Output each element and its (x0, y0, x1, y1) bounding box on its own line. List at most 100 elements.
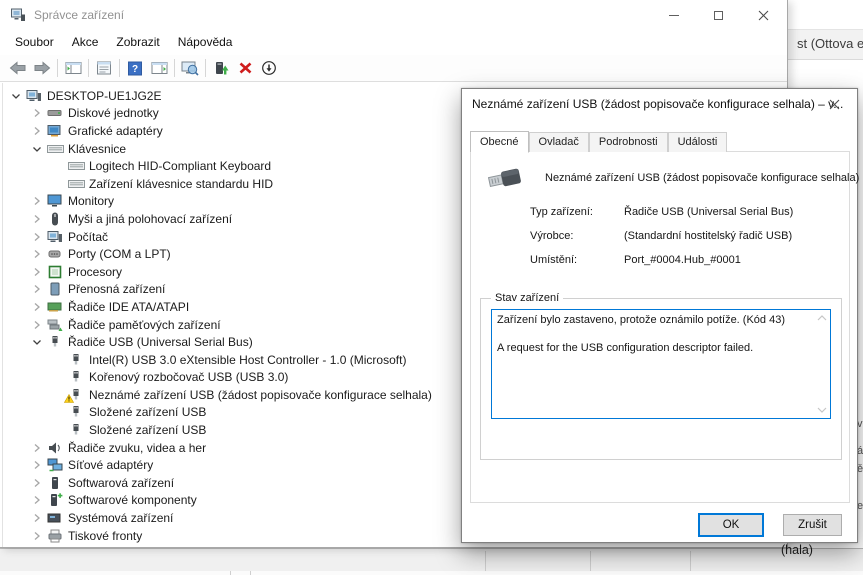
chevron-right-icon[interactable] (28, 300, 46, 314)
dialog-tabs: ObecnéOvladačPodrobnostiUdálosti (470, 130, 727, 152)
toolbar-separator (205, 59, 206, 77)
title-bar: Správce zařízení (0, 0, 787, 30)
tree-item-label: Softwarové komponenty (68, 493, 197, 507)
chevron-right-icon[interactable] (28, 441, 46, 455)
chevron-right-icon[interactable] (28, 212, 46, 226)
menu-item-akce[interactable]: Akce (63, 30, 108, 55)
close-icon (829, 99, 840, 110)
action-pane-icon[interactable] (147, 57, 171, 80)
show-properties-icon[interactable] (92, 57, 116, 80)
tree-item-label: Neznámé zařízení USB (žádost popisovače … (89, 388, 432, 402)
chevron-right-icon[interactable] (28, 247, 46, 261)
ok-button[interactable]: OK (698, 513, 764, 537)
dialog-title: Neznámé zařízení USB (žádost popisovače … (472, 89, 843, 119)
property-row: Umístění:Port_#0004.Hub_#0001 (530, 254, 741, 266)
tree-item-label: Porty (COM a LPT) (68, 247, 171, 261)
menu-bar: SouborAkceZobrazitNápověda (0, 30, 787, 55)
chevron-right-icon[interactable] (28, 476, 46, 490)
menu-item-napoveda[interactable]: Nápověda (169, 30, 242, 55)
chevron-right-icon[interactable] (28, 230, 46, 244)
disable-device-icon[interactable] (257, 57, 281, 80)
keyboard-icon (46, 142, 64, 156)
disk-drive-icon (46, 106, 64, 120)
property-row: Výrobce:(Standardní hostitelský řadič US… (530, 230, 792, 242)
table-column-divider (690, 551, 691, 571)
chevron-down-icon[interactable] (28, 335, 46, 349)
update-driver-icon[interactable] (209, 57, 233, 80)
table-column-divider (250, 571, 251, 575)
device-status-textbox[interactable]: Zařízení bylo zastaveno, protože oznámil… (491, 309, 831, 419)
close-button[interactable] (741, 0, 786, 30)
chevron-right-icon[interactable] (28, 194, 46, 208)
tree-item-label: Zařízení klávesnice standardu HID (89, 177, 273, 191)
chevron-down-icon[interactable] (28, 142, 46, 156)
tab-udalosti[interactable]: Události (668, 132, 728, 152)
minimize-button[interactable] (651, 0, 696, 30)
tree-item-label: Procesory (68, 265, 122, 279)
chevron-right-icon[interactable] (28, 458, 46, 472)
usb-icon (67, 405, 85, 419)
tree-item-label: Logitech HID-Compliant Keyboard (89, 159, 271, 173)
forward-icon[interactable] (30, 57, 54, 80)
chevron-right-icon[interactable] (28, 106, 46, 120)
computer-icon (25, 89, 43, 103)
usb-icon (67, 423, 85, 437)
processor-icon (46, 265, 64, 279)
tab-podrobnosti[interactable]: Podrobnosti (589, 132, 668, 152)
computer-icon (46, 230, 64, 244)
chevron-right-icon[interactable] (28, 493, 46, 507)
tree-item-label: Monitory (68, 194, 114, 208)
svg-text:?: ? (132, 64, 138, 75)
maximize-button[interactable] (696, 0, 741, 30)
tree-item-label: Řadiče zvuku, videa a her (68, 441, 206, 455)
tree-item-label: Myši a jiná polohovací zařízení (68, 212, 232, 226)
mouse-icon (46, 212, 64, 226)
dialog-title-bar: Neznámé zařízení USB (žádost popisovače … (462, 89, 857, 119)
groupbox-label: Stav zařízení (491, 292, 563, 304)
chevron-down-icon[interactable] (7, 89, 25, 103)
chevron-right-icon[interactable] (28, 318, 46, 332)
menu-item-soubor[interactable]: Soubor (6, 30, 63, 55)
chevron-right-icon[interactable] (28, 511, 46, 525)
portable-device-icon (46, 282, 64, 296)
chevron-right-icon[interactable] (28, 265, 46, 279)
chevron-right-icon[interactable] (28, 529, 46, 543)
maximize-icon (714, 11, 723, 20)
property-label: Typ zařízení: (530, 206, 624, 218)
scroll-down-icon[interactable] (817, 407, 827, 413)
tab-ovladac[interactable]: Ovladač (529, 132, 589, 152)
background-truncated-text: (hala) (781, 543, 813, 557)
usb-icon (67, 370, 85, 384)
back-icon[interactable] (6, 57, 30, 80)
console-tree-icon[interactable] (61, 57, 85, 80)
ide-controller-icon (46, 300, 64, 314)
toolbar-separator (119, 59, 120, 77)
cancel-button[interactable]: Zrušit (783, 514, 842, 536)
sound-icon (46, 441, 64, 455)
help-icon[interactable]: ? (123, 57, 147, 80)
tab-obecne[interactable]: Obecné (470, 131, 529, 153)
tree-item-label: Tiskové fronty (68, 529, 142, 543)
tree-indent-spacer (49, 159, 67, 173)
tree-item-label: Softwarová zařízení (68, 476, 174, 490)
chevron-right-icon[interactable] (28, 124, 46, 138)
dialog-close-button[interactable] (812, 89, 857, 119)
tree-indent-spacer (49, 405, 67, 419)
tree-item-label: Přenosná zařízení (68, 282, 165, 296)
tab-page-general: Neznámé zařízení USB (žádost popisovače … (470, 151, 850, 503)
software-component-icon (46, 493, 64, 507)
device-status-groupbox: Stav zařízení Zařízení bylo zastaveno, p… (480, 298, 842, 460)
scroll-up-icon[interactable] (817, 315, 827, 321)
uninstall-device-icon[interactable] (233, 57, 257, 80)
property-value: (Standardní hostitelský řadič USB) (624, 230, 792, 242)
property-label: Umístění: (530, 254, 624, 266)
menu-item-zobrazit[interactable]: Zobrazit (107, 30, 168, 55)
property-row: Typ zařízení:Řadiče USB (Universal Seria… (530, 206, 793, 218)
tree-item-label: Síťové adaptéry (68, 458, 153, 472)
warning-icon (64, 394, 74, 403)
tree-item-label: Řadiče IDE ATA/ATAPI (68, 300, 189, 314)
device-properties-dialog: Neznámé zařízení USB (žádost popisovače … (461, 88, 858, 543)
minimize-icon (669, 15, 679, 16)
chevron-right-icon[interactable] (28, 282, 46, 296)
scan-hardware-changes-icon[interactable] (178, 57, 202, 80)
